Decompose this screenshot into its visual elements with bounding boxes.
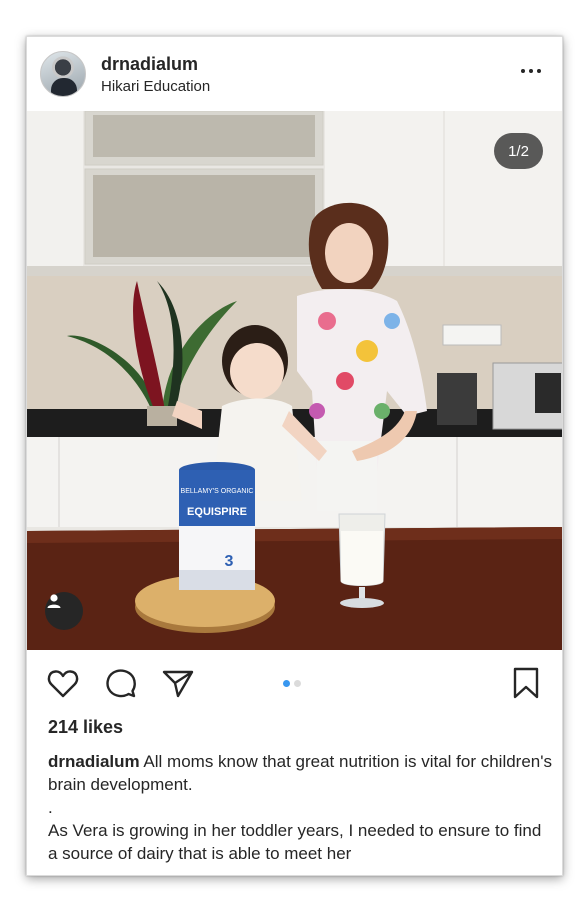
carousel-dot: [294, 680, 301, 687]
can-brand-text: BELLAMY'S ORGANIC: [181, 488, 254, 495]
share-icon[interactable]: [160, 665, 196, 701]
image-counter: 1/2: [494, 133, 543, 169]
carousel-indicator: [283, 680, 301, 687]
can-product-name: EQUISPIRE: [187, 506, 247, 518]
comment-icon[interactable]: [103, 665, 139, 701]
caption-line: drnadialum All moms know that great nutr…: [48, 750, 553, 796]
post-header: drnadialum Hikari Education: [27, 37, 562, 111]
more-options-icon[interactable]: [518, 61, 544, 81]
caption-username[interactable]: drnadialum: [48, 752, 140, 771]
post-actions: [27, 665, 562, 705]
heart-icon[interactable]: [45, 665, 81, 701]
post-username[interactable]: drnadialum: [101, 54, 198, 75]
user-tag-icon[interactable]: [45, 592, 83, 630]
avatar[interactable]: [40, 51, 86, 97]
bookmark-icon[interactable]: [508, 665, 544, 701]
post-location[interactable]: Hikari Education: [101, 78, 210, 95]
post-card: drnadialum Hikari Education BELLAMY'S OR…: [26, 36, 563, 876]
caption-line: As Vera is growing in her toddler years,…: [48, 821, 542, 863]
carousel-dot-active: [283, 680, 290, 687]
caption-line: .: [48, 798, 53, 817]
post-image[interactable]: BELLAMY'S ORGANIC EQUISPIRE 3 1/2: [27, 111, 562, 650]
can-step-number: 3: [225, 553, 234, 570]
photo-scene: BELLAMY'S ORGANIC EQUISPIRE 3: [27, 111, 562, 650]
post-caption: drnadialum All moms know that great nutr…: [48, 750, 553, 865]
likes-count[interactable]: 214 likes: [48, 717, 123, 738]
